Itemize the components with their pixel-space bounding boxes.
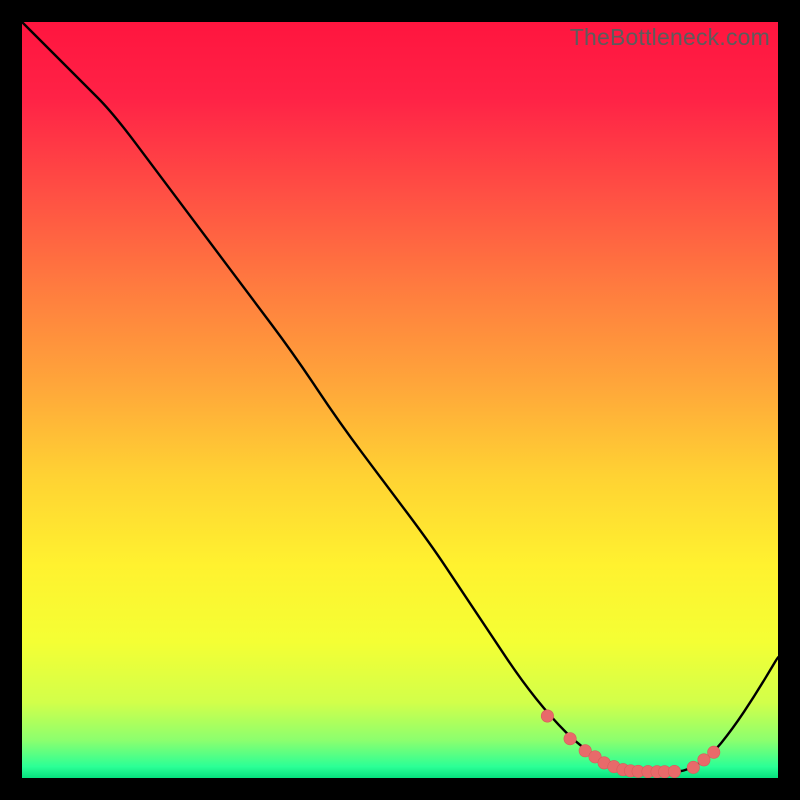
- curve-marker: [564, 732, 576, 744]
- gradient-background: [22, 22, 778, 778]
- watermark-text: TheBottleneck.com: [570, 24, 770, 51]
- curve-marker: [541, 710, 553, 722]
- chart-stage: TheBottleneck.com: [0, 0, 800, 800]
- chart-svg: [22, 22, 778, 778]
- curve-marker: [668, 765, 680, 777]
- curve-marker: [708, 746, 720, 758]
- curve-marker: [687, 761, 699, 773]
- plot-area: TheBottleneck.com: [22, 22, 778, 778]
